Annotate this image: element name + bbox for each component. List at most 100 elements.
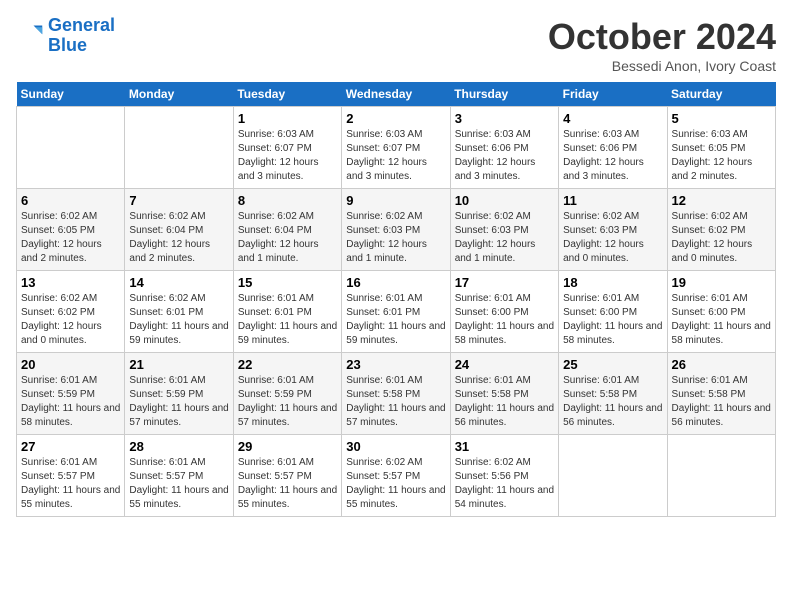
day-number: 12 bbox=[672, 193, 771, 208]
calendar-cell: 9Sunrise: 6:02 AM Sunset: 6:03 PM Daylig… bbox=[342, 189, 450, 271]
day-number: 7 bbox=[129, 193, 228, 208]
calendar-cell: 18Sunrise: 6:01 AM Sunset: 6:00 PM Dayli… bbox=[559, 271, 667, 353]
calendar-cell: 12 Sunrise: 6:02 AM Sunset: 6:02 PM Dayli… bbox=[667, 189, 775, 271]
day-number: 24 bbox=[455, 357, 554, 372]
calendar-cell: 13 Sunrise: 6:02 AM Sunset: 6:02 PM Dayli… bbox=[17, 271, 125, 353]
logo-line1: General bbox=[48, 15, 115, 35]
calendar-cell: 15 Sunrise: 6:01 AM Sunset: 6:01 PM Dayli… bbox=[233, 271, 341, 353]
day-info: Sunrise: 6:01 AM Sunset: 5:58 PM Dayligh… bbox=[563, 374, 662, 430]
calendar-cell bbox=[125, 107, 233, 189]
calendar-cell: 6 Sunrise: 6:02 AM Sunset: 6:05 PM Daylig… bbox=[17, 189, 125, 271]
day-info: Sunrise: 6:02 AM Sunset: 6:02 PM Dayligh… bbox=[21, 292, 120, 348]
calendar-cell: 17Sunrise: 6:01 AM Sunset: 6:00 PM Dayli… bbox=[450, 271, 558, 353]
calendar-week-2: 6 Sunrise: 6:02 AM Sunset: 6:05 PM Daylig… bbox=[17, 189, 776, 271]
calendar-cell bbox=[559, 435, 667, 517]
day-number: 4 bbox=[563, 111, 662, 126]
calendar-cell: 14Sunrise: 6:02 AM Sunset: 6:01 PM Dayli… bbox=[125, 271, 233, 353]
day-info: Sunrise: 6:01 AM Sunset: 6:01 PM Dayligh… bbox=[238, 292, 337, 348]
day-number: 22 bbox=[238, 357, 337, 372]
weekday-header-saturday: Saturday bbox=[667, 82, 775, 107]
day-number: 26 bbox=[672, 357, 771, 372]
calendar-cell: 28 Sunrise: 6:01 AM Sunset: 5:57 PM Dayli… bbox=[125, 435, 233, 517]
day-number: 14 bbox=[129, 275, 228, 290]
day-number: 28 bbox=[129, 439, 228, 454]
day-number: 31 bbox=[455, 439, 554, 454]
day-number: 11 bbox=[563, 193, 662, 208]
day-number: 18 bbox=[563, 275, 662, 290]
page-header: General Blue October 2024 Bessedi Anon, … bbox=[16, 16, 776, 74]
day-info: Sunrise: 6:02 AM Sunset: 6:03 PM Dayligh… bbox=[455, 210, 554, 266]
day-info: Sunrise: 6:02 AM Sunset: 6:03 PM Dayligh… bbox=[346, 210, 445, 266]
day-info: Sunrise: 6:02 AM Sunset: 5:57 PM Dayligh… bbox=[346, 456, 445, 512]
logo-icon bbox=[16, 22, 44, 50]
day-info: Sunrise: 6:03 AM Sunset: 6:06 PM Dayligh… bbox=[563, 128, 662, 184]
day-info: Sunrise: 6:01 AM Sunset: 5:59 PM Dayligh… bbox=[129, 374, 228, 430]
day-info: Sunrise: 6:01 AM Sunset: 5:59 PM Dayligh… bbox=[238, 374, 337, 430]
day-info: Sunrise: 6:03 AM Sunset: 6:05 PM Dayligh… bbox=[672, 128, 771, 184]
month-title: October 2024 bbox=[548, 16, 776, 58]
calendar-cell: 22 Sunrise: 6:01 AM Sunset: 5:59 PM Dayli… bbox=[233, 353, 341, 435]
day-number: 21 bbox=[129, 357, 228, 372]
day-number: 16 bbox=[346, 275, 445, 290]
day-number: 6 bbox=[21, 193, 120, 208]
weekday-header-wednesday: Wednesday bbox=[342, 82, 450, 107]
day-number: 17 bbox=[455, 275, 554, 290]
day-info: Sunrise: 6:01 AM Sunset: 5:58 PM Dayligh… bbox=[455, 374, 554, 430]
weekday-header-thursday: Thursday bbox=[450, 82, 558, 107]
day-number: 13 bbox=[21, 275, 120, 290]
weekday-header-friday: Friday bbox=[559, 82, 667, 107]
calendar-cell: 19Sunrise: 6:01 AM Sunset: 6:00 PM Dayli… bbox=[667, 271, 775, 353]
calendar-cell: 21 Sunrise: 6:01 AM Sunset: 5:59 PM Dayli… bbox=[125, 353, 233, 435]
calendar-cell: 23Sunrise: 6:01 AM Sunset: 5:58 PM Dayli… bbox=[342, 353, 450, 435]
calendar-week-3: 13 Sunrise: 6:02 AM Sunset: 6:02 PM Dayli… bbox=[17, 271, 776, 353]
day-info: Sunrise: 6:03 AM Sunset: 6:07 PM Dayligh… bbox=[238, 128, 337, 184]
calendar-cell: 2 Sunrise: 6:03 AM Sunset: 6:07 PM Daylig… bbox=[342, 107, 450, 189]
day-number: 25 bbox=[563, 357, 662, 372]
title-area: October 2024 Bessedi Anon, Ivory Coast bbox=[548, 16, 776, 74]
day-number: 30 bbox=[346, 439, 445, 454]
calendar-cell: 30 Sunrise: 6:02 AM Sunset: 5:57 PM Dayli… bbox=[342, 435, 450, 517]
day-number: 10 bbox=[455, 193, 554, 208]
calendar-cell: 4 Sunrise: 6:03 AM Sunset: 6:06 PM Daylig… bbox=[559, 107, 667, 189]
day-info: Sunrise: 6:02 AM Sunset: 5:56 PM Dayligh… bbox=[455, 456, 554, 512]
day-info: Sunrise: 6:01 AM Sunset: 6:01 PM Dayligh… bbox=[346, 292, 445, 348]
day-info: Sunrise: 6:03 AM Sunset: 6:06 PM Dayligh… bbox=[455, 128, 554, 184]
day-number: 5 bbox=[672, 111, 771, 126]
day-info: Sunrise: 6:01 AM Sunset: 5:57 PM Dayligh… bbox=[129, 456, 228, 512]
day-info: Sunrise: 6:02 AM Sunset: 6:04 PM Dayligh… bbox=[129, 210, 228, 266]
logo: General Blue bbox=[16, 16, 115, 56]
day-number: 2 bbox=[346, 111, 445, 126]
weekday-header-tuesday: Tuesday bbox=[233, 82, 341, 107]
day-info: Sunrise: 6:02 AM Sunset: 6:04 PM Dayligh… bbox=[238, 210, 337, 266]
calendar-week-5: 27 Sunrise: 6:01 AM Sunset: 5:57 PM Dayli… bbox=[17, 435, 776, 517]
calendar-header-row: SundayMondayTuesdayWednesdayThursdayFrid… bbox=[17, 82, 776, 107]
day-info: Sunrise: 6:02 AM Sunset: 6:05 PM Dayligh… bbox=[21, 210, 120, 266]
day-number: 3 bbox=[455, 111, 554, 126]
day-info: Sunrise: 6:03 AM Sunset: 6:07 PM Dayligh… bbox=[346, 128, 445, 184]
calendar-cell: 3 Sunrise: 6:03 AM Sunset: 6:06 PM Daylig… bbox=[450, 107, 558, 189]
day-number: 27 bbox=[21, 439, 120, 454]
weekday-header-sunday: Sunday bbox=[17, 82, 125, 107]
day-number: 8 bbox=[238, 193, 337, 208]
calendar-cell: 29Sunrise: 6:01 AM Sunset: 5:57 PM Dayli… bbox=[233, 435, 341, 517]
day-info: Sunrise: 6:02 AM Sunset: 6:03 PM Dayligh… bbox=[563, 210, 662, 266]
calendar-cell: 20 Sunrise: 6:01 AM Sunset: 5:59 PM Dayli… bbox=[17, 353, 125, 435]
day-info: Sunrise: 6:01 AM Sunset: 5:59 PM Dayligh… bbox=[21, 374, 120, 430]
calendar-cell bbox=[17, 107, 125, 189]
weekday-header-monday: Monday bbox=[125, 82, 233, 107]
calendar-cell: 5 Sunrise: 6:03 AM Sunset: 6:05 PM Daylig… bbox=[667, 107, 775, 189]
calendar-week-1: 1Sunrise: 6:03 AM Sunset: 6:07 PM Daylig… bbox=[17, 107, 776, 189]
calendar-cell: 31 Sunrise: 6:02 AM Sunset: 5:56 PM Dayli… bbox=[450, 435, 558, 517]
day-info: Sunrise: 6:02 AM Sunset: 6:02 PM Dayligh… bbox=[672, 210, 771, 266]
calendar-cell bbox=[667, 435, 775, 517]
calendar-cell: 8 Sunrise: 6:02 AM Sunset: 6:04 PM Daylig… bbox=[233, 189, 341, 271]
logo-line2: Blue bbox=[48, 35, 87, 55]
day-number: 20 bbox=[21, 357, 120, 372]
calendar-cell: 16 Sunrise: 6:01 AM Sunset: 6:01 PM Dayli… bbox=[342, 271, 450, 353]
day-info: Sunrise: 6:01 AM Sunset: 5:57 PM Dayligh… bbox=[238, 456, 337, 512]
calendar-cell: 1Sunrise: 6:03 AM Sunset: 6:07 PM Daylig… bbox=[233, 107, 341, 189]
day-info: Sunrise: 6:01 AM Sunset: 6:00 PM Dayligh… bbox=[672, 292, 771, 348]
day-number: 15 bbox=[238, 275, 337, 290]
calendar-cell: 27Sunrise: 6:01 AM Sunset: 5:57 PM Dayli… bbox=[17, 435, 125, 517]
calendar-cell: 10 Sunrise: 6:02 AM Sunset: 6:03 PM Dayli… bbox=[450, 189, 558, 271]
